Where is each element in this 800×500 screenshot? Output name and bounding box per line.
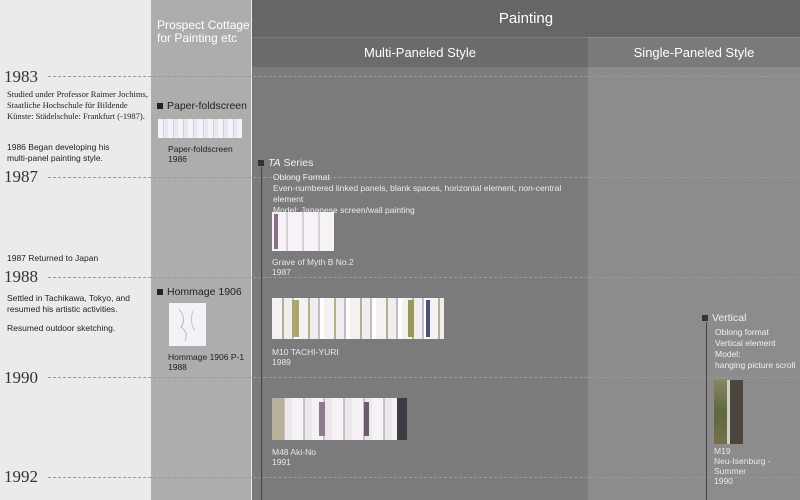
year-divider — [48, 377, 800, 378]
prospect-header: Prospect Cottage for Painting etc — [157, 18, 250, 45]
bullet-icon — [258, 160, 264, 167]
grave-of-myth-caption: Grave of Myth B No.2 1987 — [272, 257, 354, 277]
paper-foldscreen-caption: Paper-foldscreen 1986 — [168, 144, 233, 164]
vertical-line — [706, 322, 707, 500]
year-divider — [48, 277, 800, 278]
year-label: 1987 — [4, 167, 38, 186]
bio-sketching: Resumed outdoor sketching. — [7, 323, 116, 333]
aki-no-caption: M48 Aki-No 1991 — [272, 447, 316, 467]
ta-title-italic: TA — [268, 157, 281, 169]
year-divider — [48, 76, 800, 77]
bio-study: Studied under Professor Raimer Jochims, … — [7, 89, 148, 121]
bullet-icon — [157, 289, 163, 296]
hommage-sketch-icon — [178, 308, 196, 342]
bio-settled: Settled in Tachikawa, Tokyo, and resumed… — [7, 293, 131, 314]
prospect-column — [151, 0, 251, 500]
hommage-title: Hommage 1906 — [167, 286, 242, 298]
vertical-element: Vertical element — [715, 338, 776, 348]
vertical-model: Model: — [715, 349, 741, 359]
painting-header: Painting — [252, 0, 800, 37]
ta-title-rest: Series — [280, 157, 314, 169]
bio-began: 1986 Began developing his multi-panel pa… — [7, 142, 110, 163]
neu-isenburg-caption: M19 Neu-Isenburg - Summer 1990 — [714, 446, 771, 486]
ta-series-description: Oblong Format Even-numbered linked panel… — [273, 172, 583, 216]
paper-foldscreen-thumbnail[interactable] — [158, 119, 242, 138]
neu-isenburg-thumbnail[interactable] — [714, 380, 743, 444]
aki-no-thumbnail[interactable] — [272, 398, 407, 440]
ta-series-heading: TA Series — [258, 157, 313, 169]
vertical-model-detail: hanging picture scroll — [715, 360, 796, 370]
year-label: 1988 — [4, 267, 38, 286]
grave-of-myth-thumbnail[interactable] — [272, 212, 334, 251]
single-paneled-column — [588, 0, 800, 500]
bullet-icon — [702, 315, 708, 322]
vertical-description: Oblong format Vertical element Model: ha… — [715, 327, 800, 371]
ta-series-line — [261, 167, 262, 500]
bio-returned: 1987 Returned to Japan — [7, 253, 99, 263]
hommage-heading: Hommage 1906 — [157, 286, 242, 298]
ta-format: Oblong Format — [273, 172, 330, 182]
tachi-yuri-caption: M10 TACHI-YURI 1989 — [272, 347, 339, 367]
bullet-icon — [157, 103, 163, 110]
single-paneled-header: Single-Paneled Style — [588, 38, 800, 67]
tachi-yuri-thumbnail[interactable] — [272, 298, 444, 339]
vertical-title: Vertical — [712, 312, 747, 324]
year-label: 1983 — [4, 67, 38, 86]
hommage-caption: Hommage 1906 P-1 1988 — [168, 352, 245, 372]
paper-foldscreen-heading: Paper-foldscreen — [157, 100, 247, 112]
ta-elements: Even-numbered linked panels, blank space… — [273, 183, 562, 204]
vertical-format: Oblong format — [715, 327, 769, 337]
year-divider — [48, 477, 800, 478]
multi-paneled-header: Multi-Paneled Style — [252, 38, 588, 67]
vertical-heading: Vertical — [702, 312, 746, 324]
year-label: 1992 — [4, 467, 38, 486]
paper-foldscreen-title: Paper-foldscreen — [167, 100, 247, 112]
year-label: 1990 — [4, 368, 38, 387]
hommage-thumbnail[interactable] — [169, 303, 206, 346]
